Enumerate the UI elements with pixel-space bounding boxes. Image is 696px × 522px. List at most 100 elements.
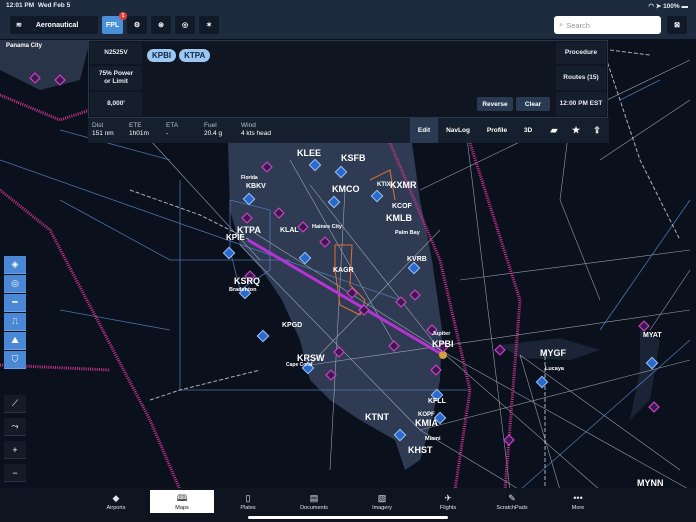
route-icon: ⤳ bbox=[11, 421, 19, 431]
tab-more[interactable]: ••• More bbox=[546, 490, 610, 513]
search-icon: ⌕ bbox=[559, 20, 564, 29]
map-label[interactable]: KXMR bbox=[390, 180, 417, 190]
tab-documents[interactable]: ▤ Documents bbox=[282, 490, 346, 513]
center-button[interactable]: ⊠ bbox=[667, 16, 687, 34]
map-tool-runway[interactable]: ━ bbox=[4, 294, 26, 312]
share-button[interactable]: ⇪ bbox=[587, 118, 607, 143]
flight-plan-panel: N2525V 75% Power or Limit 8,000' KPBI KTP… bbox=[88, 40, 608, 118]
map-label[interactable]: KCOF bbox=[392, 203, 413, 210]
shield-icon: ⛉ bbox=[11, 354, 19, 364]
map-label[interactable]: Haines City bbox=[312, 224, 343, 230]
map-label[interactable]: KPIE bbox=[226, 233, 245, 242]
mountain-icon: ⛰ bbox=[11, 335, 19, 345]
info-dist: Dist 151 nm bbox=[92, 122, 114, 137]
power-selector[interactable]: 75% Power or Limit bbox=[90, 66, 142, 90]
aircraft-button[interactable]: ⊛ bbox=[151, 16, 171, 34]
map-label[interactable]: KMIA bbox=[415, 418, 438, 428]
minus-icon: − bbox=[12, 467, 18, 478]
map-label[interactable]: KMLB bbox=[386, 213, 412, 223]
tab-profile[interactable]: Profile bbox=[480, 118, 514, 143]
altitude-selector[interactable]: 8,000' bbox=[90, 92, 142, 116]
map-label[interactable]: KPGD bbox=[282, 322, 302, 329]
map-label[interactable]: KVRB bbox=[407, 256, 427, 263]
departure-time-button[interactable]: 12:00 PM EST bbox=[556, 92, 606, 116]
tab-airports[interactable]: ◆ Airports bbox=[84, 490, 148, 513]
info-fuel: Fuel 20.4 g bbox=[204, 122, 223, 137]
waypoint-chip[interactable]: KPBI bbox=[147, 49, 177, 62]
airport-diamond-icon: ◈ bbox=[11, 259, 19, 269]
map-tool-route[interactable]: ⤳ bbox=[4, 418, 26, 436]
reverse-button[interactable]: Reverse bbox=[477, 97, 513, 111]
send-to-button[interactable]: ▰ bbox=[544, 118, 564, 143]
clear-button[interactable]: Clear bbox=[516, 97, 550, 111]
map-label[interactable]: KLEE bbox=[297, 148, 321, 158]
search-input[interactable]: ⌕ Search bbox=[554, 16, 661, 34]
settings-button[interactable]: ⚙ bbox=[127, 16, 147, 34]
tab-flights[interactable]: ✈ Flights bbox=[416, 490, 480, 513]
map-label[interactable]: Lucaya bbox=[545, 366, 565, 372]
zoom-out-button[interactable]: − bbox=[4, 464, 26, 482]
airport-icon: ◆ bbox=[112, 492, 120, 503]
map-label[interactable]: KSRQ bbox=[234, 276, 260, 286]
tab-imagery[interactable]: ▧ Imagery bbox=[350, 490, 414, 513]
crosshair-icon: ⊠ bbox=[674, 22, 680, 29]
tab-maps[interactable]: 🕮 Maps bbox=[150, 490, 214, 513]
map-label[interactable]: KAGR bbox=[333, 267, 354, 274]
favorite-button[interactable]: ★ bbox=[566, 118, 586, 143]
map-label[interactable]: KBKV bbox=[246, 183, 266, 190]
waypoint-chip[interactable]: KTPA bbox=[179, 49, 211, 62]
map-tool-procedure[interactable]: ⎍ bbox=[4, 313, 26, 331]
map-label[interactable]: KTIX bbox=[377, 182, 391, 188]
status-bar: 12:01 PM Wed Feb 5 ◠ ➤ 100% ▬ bbox=[0, 0, 696, 12]
map-label[interactable]: Palm Bay bbox=[395, 230, 421, 236]
map-label[interactable]: MYGF bbox=[540, 348, 567, 358]
pencil-icon: ✎ bbox=[508, 492, 516, 503]
map-label[interactable]: KSFB bbox=[341, 153, 366, 163]
plates-icon: ▯ bbox=[245, 492, 251, 503]
map-label[interactable]: MYNN bbox=[637, 478, 664, 488]
layer-selector[interactable]: ≋ Aeronautical bbox=[10, 16, 98, 34]
fpl-button[interactable]: FPL 1 bbox=[102, 12, 127, 34]
map-label[interactable]: Bradenton bbox=[229, 287, 257, 293]
map-tool-measure[interactable]: ⟋ bbox=[4, 395, 26, 413]
timer-button[interactable]: ◎ bbox=[175, 16, 195, 34]
map-label[interactable]: KTNT bbox=[365, 412, 389, 422]
map-tool-airport[interactable]: ◈ bbox=[4, 256, 26, 274]
map-label[interactable]: KLAL bbox=[280, 227, 299, 234]
tab-3d[interactable]: 3D bbox=[516, 118, 540, 143]
tab-navlog[interactable]: NavLog bbox=[440, 118, 476, 143]
tab-edit[interactable]: Edit bbox=[410, 118, 438, 143]
timer-icon: ◎ bbox=[181, 22, 189, 29]
map-label[interactable]: Florida bbox=[241, 175, 258, 181]
share-icon: ⇪ bbox=[593, 125, 601, 135]
runway-icon: ━ bbox=[12, 297, 18, 307]
aircraft-selector[interactable]: N2525V bbox=[90, 42, 142, 64]
top-toolbar: ≋ Aeronautical FPL 1 ⚙ ⊛ ◎ ✶ ⌕ Search ⊠ bbox=[0, 12, 696, 39]
map-label[interactable]: MYAT bbox=[643, 332, 662, 339]
zoom-in-button[interactable]: + bbox=[4, 441, 26, 459]
more-icon: ••• bbox=[573, 492, 583, 503]
routes-button[interactable]: Routes (15) bbox=[556, 66, 606, 90]
route-editor[interactable]: KPBI KTPA bbox=[147, 45, 213, 63]
map-label[interactable]: KMCO bbox=[332, 184, 360, 194]
propeller-icon: ⊛ bbox=[158, 22, 164, 29]
flight-plan-info-bar: Dist 151 nm ETE 1h01m ETA - Fuel 20.4 g Wind… bbox=[88, 118, 609, 143]
imagery-icon: ▧ bbox=[377, 492, 387, 503]
tab-plates[interactable]: ▯ Plates bbox=[216, 490, 280, 513]
map-label[interactable]: KFLL bbox=[428, 398, 447, 405]
map-label[interactable]: Panama City bbox=[6, 43, 43, 49]
map-label[interactable]: KHST bbox=[408, 445, 433, 455]
procedure-button[interactable]: Procedure bbox=[556, 42, 606, 64]
layers-icon: ≋ bbox=[16, 22, 22, 29]
info-ete: ETE 1h01m bbox=[129, 122, 149, 137]
map-label[interactable]: Jupiter bbox=[432, 331, 451, 337]
map-label[interactable]: Miami bbox=[425, 436, 441, 442]
plus-icon: + bbox=[12, 444, 18, 455]
map-label[interactable]: KPBI bbox=[432, 339, 454, 349]
map-label[interactable]: Cape Coral bbox=[286, 362, 313, 368]
map-tool-terrain[interactable]: ⛰ bbox=[4, 332, 26, 350]
tools-button[interactable]: ✶ bbox=[199, 16, 219, 34]
map-tool-navaid[interactable]: ◎ bbox=[4, 275, 26, 293]
tab-scratchpads[interactable]: ✎ ScratchPads bbox=[480, 490, 544, 513]
map-tool-airspace[interactable]: ⛉ bbox=[4, 351, 26, 369]
